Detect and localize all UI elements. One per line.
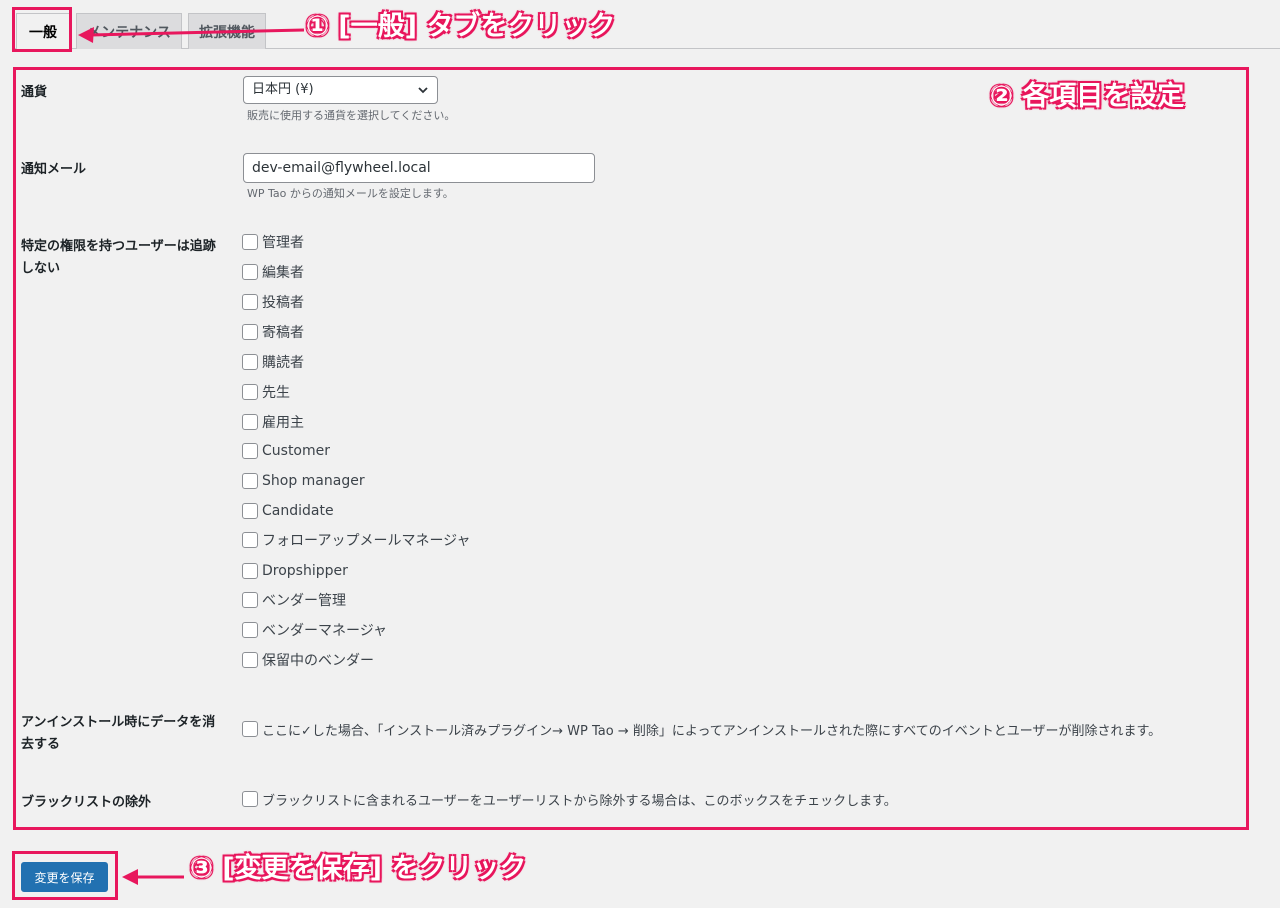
annotation-box-tab (12, 7, 72, 52)
annotation-step3: ③ [変更を保存] をクリック (190, 853, 527, 884)
annotation-box-settings (13, 67, 1249, 830)
annotation-box-save (12, 851, 118, 900)
annotation-step2: ② 各項目を設定 (990, 81, 1185, 112)
annotation-arrow-icon (122, 869, 184, 885)
annotation-arrow-icon (78, 27, 305, 43)
annotation-step1: ① [一般] タブをクリック (306, 11, 616, 42)
